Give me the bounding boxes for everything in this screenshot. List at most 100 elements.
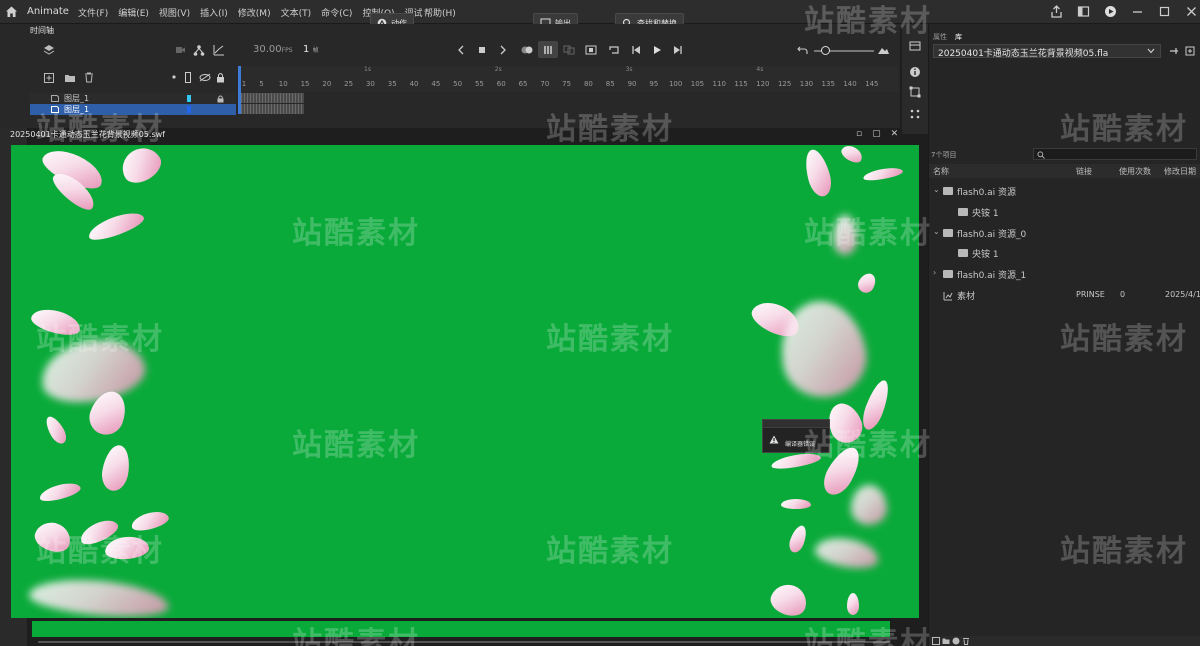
last-frame-icon[interactable] — [673, 45, 683, 55]
minimize-icon[interactable] — [1131, 5, 1144, 18]
menu-command[interactable]: 命令(C) — [321, 6, 352, 19]
library-document-select[interactable]: 20250401卡通动态玉兰花背景视频05.fla — [933, 44, 1161, 58]
layer-parenting-icon[interactable] — [193, 44, 205, 56]
eye-hide-icon[interactable] — [199, 73, 211, 82]
close-icon[interactable] — [1185, 5, 1198, 18]
frame-tick-label: 100 — [668, 80, 683, 88]
frame-ruler[interactable]: 1 5 10 15 20 25 30 35 40 45 50 55 60 65 70 75 80 85 90 95 10… — [238, 66, 898, 92]
menu-view[interactable]: 视图(V) — [159, 6, 190, 19]
new-library-panel-icon[interactable] — [1185, 46, 1195, 56]
menu-insert[interactable]: 插入(I) — [200, 6, 228, 19]
undo-icon[interactable] — [797, 45, 808, 55]
step-forward-icon[interactable] — [498, 45, 508, 55]
library-item[interactable]: 央铵 1 — [929, 205, 1200, 221]
play-circle-icon[interactable] — [1104, 5, 1117, 18]
magnolia-petal — [833, 215, 857, 255]
second-marker: 2s — [494, 66, 502, 73]
graph-icon[interactable] — [213, 44, 225, 56]
frame-tick-label: 40 — [409, 80, 419, 88]
library-item[interactable]: 央铵 1 — [929, 246, 1200, 262]
menu-text[interactable]: 文本(T) — [281, 6, 312, 19]
insert-keyframe-icon[interactable] — [585, 45, 597, 55]
new-layer-icon[interactable] — [44, 73, 54, 83]
highlight-dot-icon[interactable] — [172, 75, 176, 79]
compiler-error-popup[interactable]: 编译器错误 — [762, 419, 830, 453]
close-doc-icon[interactable]: ✕ — [891, 129, 899, 139]
new-symbol-icon[interactable] — [932, 637, 940, 645]
transform-panel-icon[interactable] — [909, 86, 921, 98]
collapse-arrow-icon[interactable]: › — [933, 268, 936, 277]
column-use-count[interactable]: 使用次数 — [1119, 166, 1151, 177]
column-linkage[interactable]: 链接 — [1076, 166, 1092, 177]
layer-color-swatch[interactable] — [187, 95, 191, 102]
magnolia-petal — [838, 145, 866, 166]
camera-icon[interactable] — [175, 45, 186, 55]
playhead[interactable] — [238, 66, 241, 114]
play-icon[interactable] — [652, 45, 662, 55]
library-item[interactable]: ⌄ flash0.ai 资源 — [929, 184, 1200, 200]
new-folder-icon[interactable] — [942, 637, 950, 645]
current-frame[interactable]: 1 帧 — [303, 44, 319, 55]
tab-library[interactable]: 库 — [955, 32, 962, 42]
stage-canvas[interactable] — [11, 145, 919, 618]
horizontal-scrollbar[interactable] — [38, 641, 890, 643]
library-item[interactable]: ⌄ flash0.ai 资源_0 — [929, 226, 1200, 242]
maximize-doc-icon[interactable]: ▢ — [872, 129, 881, 139]
magnolia-petal — [847, 593, 859, 615]
tab-properties[interactable]: 属性 — [933, 32, 947, 42]
workspace-icon[interactable] — [1077, 5, 1090, 18]
new-folder-icon[interactable] — [64, 73, 76, 83]
align-grid-icon[interactable] — [909, 108, 921, 120]
library-item-linkage: PRINSE — [1076, 290, 1105, 299]
document-window-controls: ▫ ▢ ✕ — [856, 129, 898, 139]
column-name[interactable]: 名称 — [933, 166, 949, 177]
first-frame-icon[interactable] — [631, 45, 641, 55]
timeline-tab[interactable]: 时间轴 — [30, 25, 54, 36]
onion-outline-button[interactable] — [538, 41, 558, 58]
lock-icon[interactable] — [217, 95, 224, 103]
expand-arrow-icon[interactable]: ⌄ — [933, 185, 940, 194]
menu-modify[interactable]: 修改(M) — [238, 6, 271, 19]
maximize-icon[interactable] — [1158, 5, 1171, 18]
delete-icon[interactable] — [962, 637, 970, 645]
properties-panel-icon[interactable] — [909, 41, 921, 51]
zoom-slider-handle[interactable] — [821, 46, 830, 55]
column-modified[interactable]: 修改日期 — [1164, 166, 1196, 177]
magnolia-petal — [855, 270, 879, 296]
lock-icon[interactable] — [216, 72, 225, 83]
menu-file[interactable]: 文件(F) — [78, 6, 108, 19]
minimize-doc-icon[interactable]: ▫ — [856, 129, 862, 139]
loop-icon[interactable] — [608, 45, 620, 55]
layers-icon[interactable] — [43, 44, 55, 56]
menu-edit[interactable]: 编辑(E) — [118, 6, 149, 19]
layer-frames[interactable] — [238, 93, 304, 103]
edit-multiple-icon[interactable] — [563, 45, 575, 55]
magnolia-petal — [36, 332, 150, 410]
chevron-down-icon[interactable] — [1147, 48, 1155, 54]
popup-titlebar[interactable] — [763, 420, 829, 428]
layer-frames[interactable] — [238, 104, 304, 114]
pin-icon[interactable] — [1169, 46, 1179, 56]
step-back-icon[interactable] — [456, 45, 466, 55]
fps-display[interactable]: 30.00FPS — [253, 44, 293, 55]
frame-tick-label: 80 — [583, 80, 593, 88]
onion-skin-icon[interactable] — [521, 45, 533, 55]
library-search-input[interactable] — [1033, 148, 1197, 160]
layer-row-selected[interactable]: 图层_1 — [30, 104, 236, 115]
layer-row[interactable]: 图层_1 — [30, 93, 236, 104]
expand-arrow-icon[interactable]: ⌄ — [933, 227, 940, 236]
info-icon[interactable] — [909, 66, 921, 78]
delete-layer-icon[interactable] — [84, 72, 94, 83]
properties-icon[interactable] — [952, 637, 960, 645]
library-item[interactable]: 素材 PRINSE 0 2025/4/1 — [929, 288, 1200, 304]
share-icon[interactable] — [1050, 5, 1063, 18]
menu-help[interactable]: 帮助(H) — [424, 6, 456, 19]
mountain-icon[interactable] — [877, 45, 890, 55]
home-icon[interactable] — [5, 5, 18, 18]
frame-tick-label: 25 — [344, 80, 354, 88]
stop-icon[interactable] — [477, 45, 487, 55]
outline-icon[interactable] — [185, 72, 191, 83]
layer-color-swatch[interactable] — [187, 106, 191, 113]
folder-icon — [943, 270, 953, 278]
library-item[interactable]: › flash0.ai 资源_1 — [929, 267, 1200, 283]
